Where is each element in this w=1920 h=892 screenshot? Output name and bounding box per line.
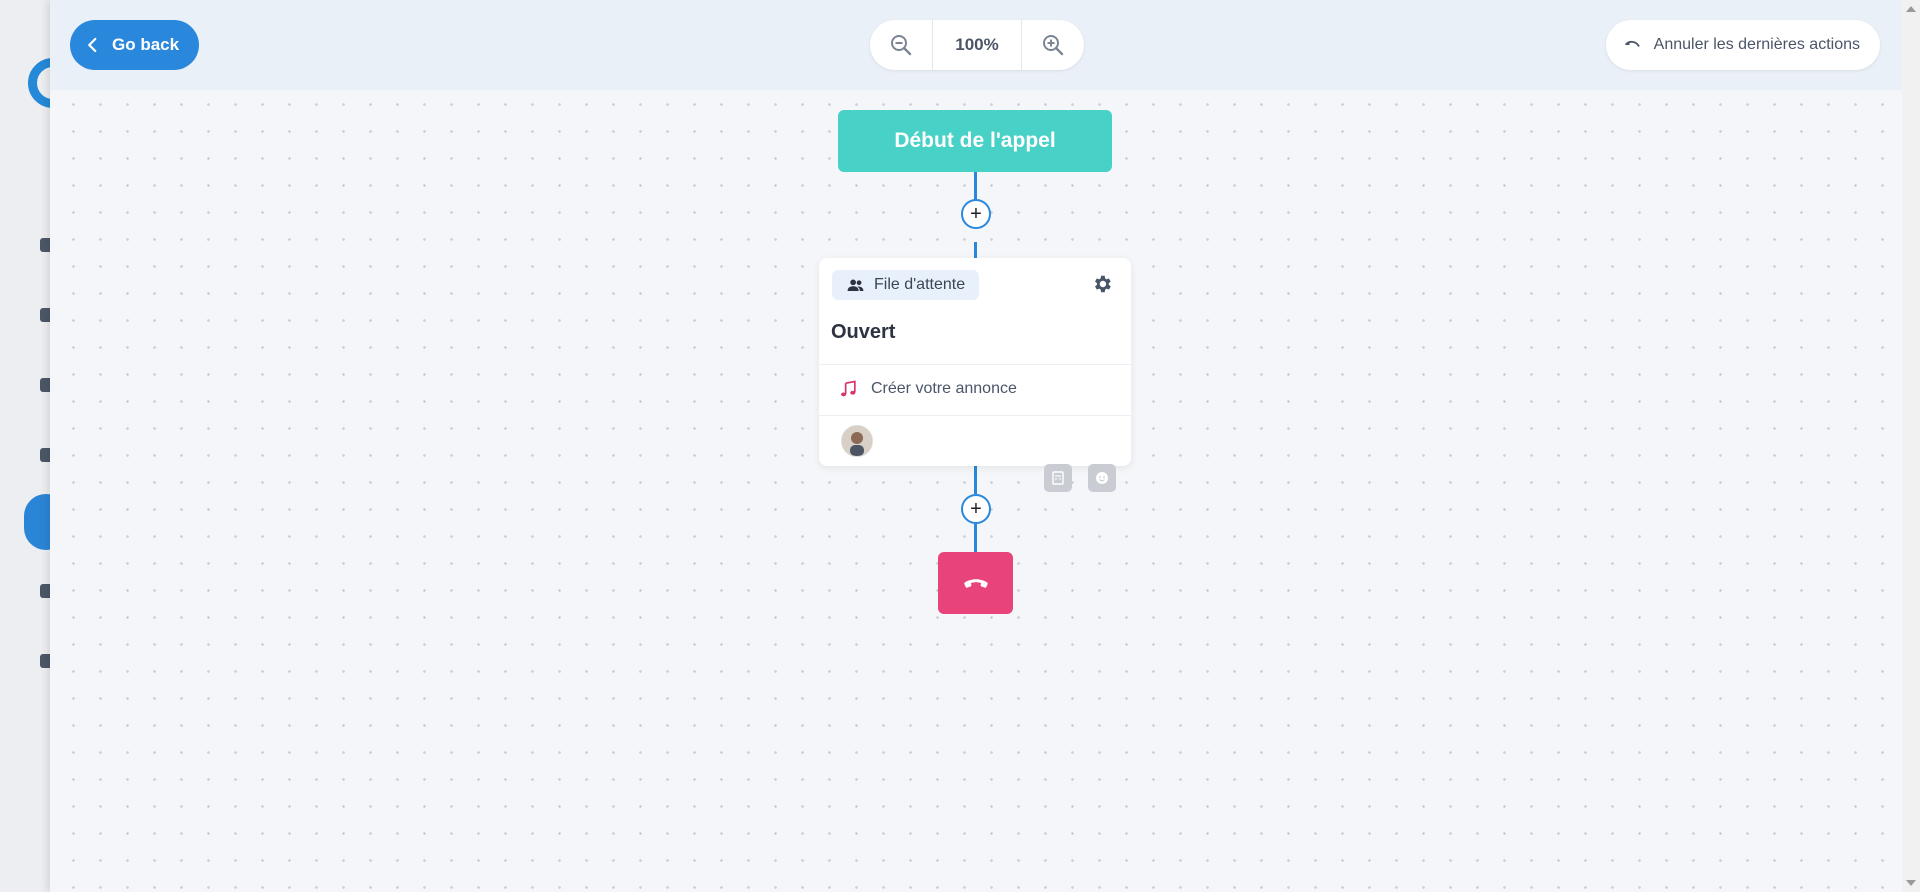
avatar-image: [842, 426, 872, 456]
zoom-out-icon: [891, 35, 912, 56]
start-node-label: Début de l'appel: [894, 129, 1056, 152]
zoom-in-button[interactable]: [1022, 20, 1084, 70]
hangup-node[interactable]: [938, 552, 1013, 614]
zoom-in-icon: [1043, 35, 1064, 56]
avatar[interactable]: [841, 425, 873, 457]
card-divider: [819, 364, 1131, 365]
music-note-icon: [841, 380, 856, 397]
toolbar: Go back 100% Annuler les dernières actio…: [50, 0, 1902, 90]
emoji-button[interactable]: [1088, 464, 1116, 492]
gear-icon[interactable]: [1091, 273, 1113, 295]
calculator-icon: [1052, 471, 1064, 485]
connector-line: [974, 466, 977, 494]
queue-card-title: Ouvert: [831, 321, 896, 343]
zoom-control: 100%: [870, 20, 1084, 70]
queue-badge: File d'attente: [832, 270, 980, 300]
add-step-button[interactable]: +: [961, 494, 991, 524]
go-back-label: Go back: [112, 35, 180, 54]
card-divider: [819, 415, 1131, 416]
zoom-level: 100%: [955, 35, 999, 54]
connector-line: [974, 242, 977, 258]
announcement-label: Créer votre annonce: [871, 380, 1017, 397]
undo-button[interactable]: Annuler les dernières actions: [1605, 20, 1880, 70]
start-node[interactable]: Début de l'appel: [838, 110, 1112, 172]
queue-badge-label: File d'attente: [874, 276, 966, 293]
go-back-button[interactable]: Go back: [70, 20, 200, 70]
scroll-down-arrow[interactable]: [1906, 880, 1916, 886]
users-icon: [847, 278, 864, 291]
phone-hangup-icon: [963, 579, 988, 588]
chevron-left-icon: [88, 37, 97, 53]
zoom-out-button[interactable]: [870, 20, 932, 70]
undo-icon: [1624, 40, 1640, 47]
scrollbar[interactable]: [1902, 0, 1920, 892]
connector-line: [974, 524, 977, 552]
smiley-icon: [1096, 472, 1108, 484]
announcement-row[interactable]: Créer votre annonce: [839, 379, 1017, 399]
flow-editor-panel: Go back 100% Annuler les dernières actio…: [50, 0, 1902, 892]
queue-card[interactable]: File d'attente Ouvert Créer votre annonc…: [819, 258, 1131, 466]
scroll-up-arrow[interactable]: [1906, 6, 1916, 12]
add-step-button[interactable]: +: [961, 199, 991, 229]
undo-label: Annuler les dernières actions: [1653, 36, 1860, 53]
calculator-button[interactable]: [1044, 464, 1072, 492]
